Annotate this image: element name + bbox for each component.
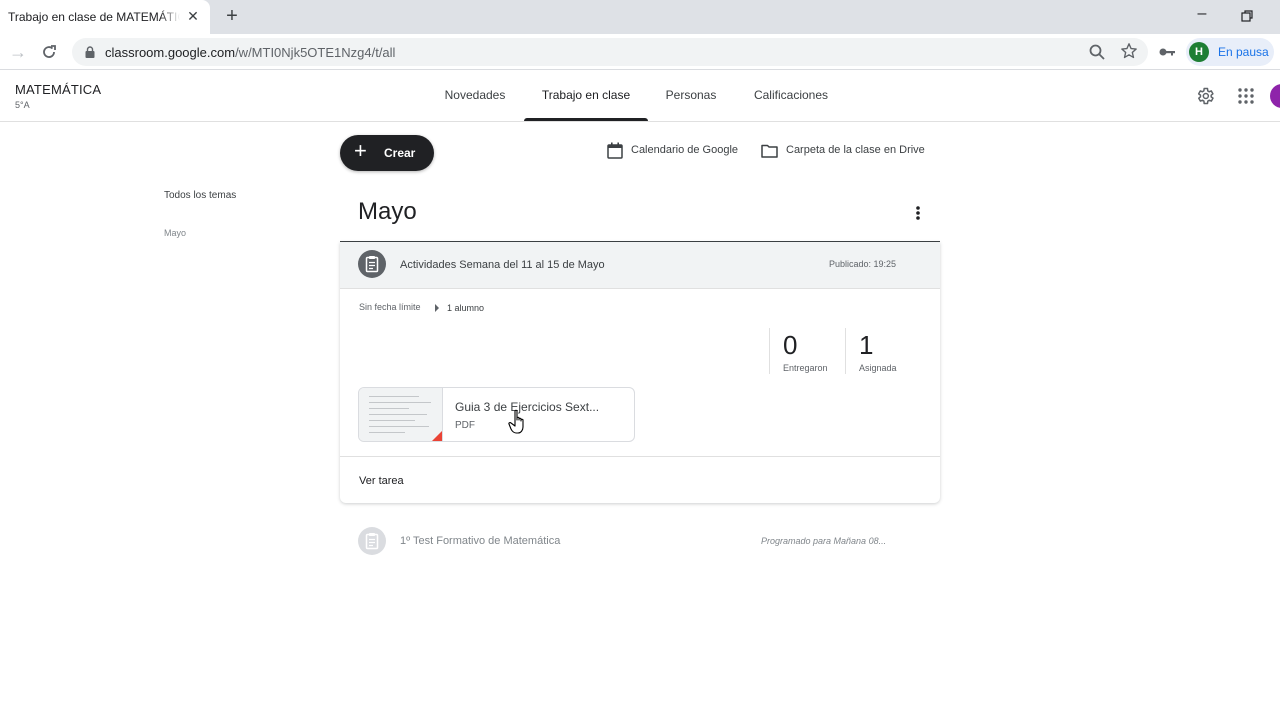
scheduled-assignment-icon[interactable]	[358, 527, 386, 555]
url-host: classroom.google.com	[105, 45, 236, 60]
classroom-header: MATEMÁTICA 5°A Novedades Trabajo en clas…	[0, 70, 1280, 122]
profile-status: En pausa	[1218, 45, 1269, 59]
user-avatar[interactable]	[1270, 84, 1280, 108]
assignment-card: Actividades Semana del 11 al 15 de Mayo …	[340, 242, 940, 503]
hand-cursor-icon	[508, 409, 524, 434]
browser-tab[interactable]: Trabajo en clase de MATEMÁTICA ✕	[0, 0, 210, 34]
profile-button[interactable]: H En pausa	[1186, 38, 1274, 66]
topic-all[interactable]: Todos los temas	[164, 190, 236, 201]
card-footer-divider	[340, 456, 940, 457]
drive-label: Carpeta de la clase en Drive	[786, 144, 925, 156]
published-time: Publicado: 19:25	[828, 259, 896, 269]
topic-title: Mayo	[358, 198, 417, 225]
attachment-thumbnail	[359, 388, 443, 441]
topic-mayo[interactable]: Mayo	[164, 228, 186, 238]
stat-divider	[769, 328, 770, 374]
profile-avatar: H	[1189, 42, 1209, 62]
close-tab-icon[interactable]: ✕	[185, 8, 201, 24]
create-button[interactable]: + Crear	[340, 135, 434, 171]
stat-divider	[845, 328, 846, 374]
view-assignment-link[interactable]: Ver tarea	[359, 475, 404, 487]
assigned-count[interactable]: 1	[859, 330, 873, 361]
url-path: /w/MTI0Njk5OTE1Nzg4/t/all	[235, 45, 396, 60]
calendar-icon	[607, 142, 623, 159]
new-tab-icon[interactable]: +	[222, 6, 242, 26]
turned-in-label: Entregaron	[783, 363, 828, 373]
bookmark-star-icon[interactable]	[1120, 42, 1138, 60]
scheduled-assignment-title[interactable]: 1º Test Formativo de Matemática	[400, 535, 560, 547]
forward-icon[interactable]: →	[8, 42, 28, 62]
calendar-label: Calendario de Google	[631, 144, 739, 156]
assignment-header[interactable]: Actividades Semana del 11 al 15 de Mayo …	[340, 242, 940, 289]
class-name[interactable]: MATEMÁTICA	[15, 82, 101, 97]
caret-right-icon	[435, 304, 439, 312]
tab-personas[interactable]: Personas	[659, 70, 723, 121]
address-bar[interactable]: classroom.google.com/w/MTI0Njk5OTE1Nzg4/…	[72, 38, 1148, 66]
scheduled-status: Programado para Mañana 08...	[761, 536, 887, 546]
attachment-type: PDF	[455, 420, 475, 431]
search-icon[interactable]	[1088, 43, 1106, 61]
lock-icon	[85, 46, 95, 58]
browser-toolbar: → classroom.google.com/w/MTI0Njk5OTE1Nzg…	[0, 34, 1280, 70]
due-date: Sin fecha límite	[359, 302, 421, 312]
tab-novedades[interactable]: Novedades	[437, 70, 513, 121]
class-section: 5°A	[15, 100, 30, 110]
more-vert-icon[interactable]	[908, 203, 928, 223]
browser-tab-strip: Trabajo en clase de MATEMÁTICA ✕ + –	[0, 0, 1280, 34]
tab-calificaciones[interactable]: Calificaciones	[745, 70, 837, 121]
turned-in-count[interactable]: 0	[783, 330, 797, 361]
folder-icon	[761, 144, 778, 158]
pdf-attachment[interactable]: Guia 3 de Ejercicios Sext... PDF	[358, 387, 635, 442]
pdf-corner-icon	[430, 431, 442, 441]
key-icon[interactable]	[1158, 43, 1176, 61]
assignment-icon	[358, 250, 386, 278]
assignment-title: Actividades Semana del 11 al 15 de Mayo	[400, 259, 605, 271]
browser-tab-title: Trabajo en clase de MATEMÁTICA	[8, 10, 180, 24]
create-label: Crear	[384, 146, 416, 160]
tab-trabajo-en-clase[interactable]: Trabajo en clase	[524, 70, 648, 121]
reload-icon[interactable]	[39, 42, 59, 62]
gear-icon[interactable]	[1195, 86, 1215, 106]
assigned-students: 1 alumno	[447, 303, 485, 313]
minimize-icon[interactable]: –	[1192, 6, 1212, 26]
apps-grid-icon[interactable]	[1237, 87, 1255, 105]
url-text[interactable]: classroom.google.com/w/MTI0Njk5OTE1Nzg4/…	[105, 45, 395, 60]
plus-icon: +	[354, 138, 367, 163]
restore-window-icon[interactable]	[1237, 6, 1257, 26]
assigned-label: Asignada	[859, 363, 897, 373]
